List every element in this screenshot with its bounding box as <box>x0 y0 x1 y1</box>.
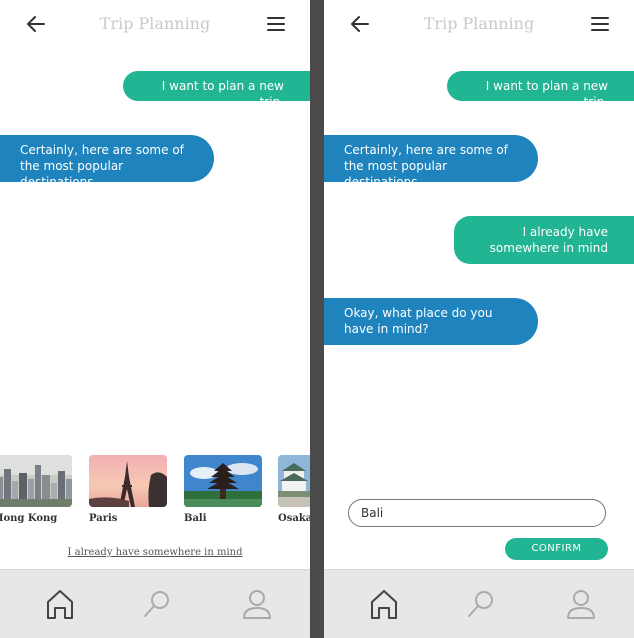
profile-icon[interactable] <box>241 588 273 620</box>
profile-icon[interactable] <box>565 588 597 620</box>
chat-message-bot: Certainly, here are some of the most pop… <box>0 135 214 189</box>
destination-label: Osaka <box>278 513 310 524</box>
search-icon[interactable] <box>141 588 173 620</box>
destination-card-paris[interactable]: Paris <box>89 455 167 524</box>
chat-message-bot: Okay, what place do you have in mind? <box>324 298 538 345</box>
bottom-nav <box>0 569 310 638</box>
destination-image-osaka <box>278 455 310 507</box>
chat-message-user: I want to plan a new trip. <box>447 71 634 109</box>
have-destination-link[interactable]: I already have somewhere in mind <box>0 547 310 558</box>
destination-label: Bali <box>184 513 207 524</box>
header: Trip Planning <box>0 0 310 50</box>
search-icon[interactable] <box>465 588 497 620</box>
home-icon[interactable] <box>368 588 400 620</box>
destination-image-paris <box>89 455 167 507</box>
destination-card-hong-kong[interactable]: Hong Kong <box>0 455 72 524</box>
destination-image-bali <box>184 455 262 507</box>
chat-screen-input: Trip Planning I want to plan a new trip.… <box>324 0 634 638</box>
chat-message-user: I want to plan a new trip. <box>123 71 310 109</box>
confirm-button[interactable]: CONFIRM <box>505 538 608 560</box>
chat-message-bot: Certainly, here are some of the most pop… <box>324 135 538 189</box>
destination-label: Paris <box>89 513 118 524</box>
bottom-nav <box>324 569 634 638</box>
home-icon[interactable] <box>44 588 76 620</box>
page-title: Trip Planning <box>99 14 211 33</box>
hamburger-menu-icon[interactable] <box>590 14 610 34</box>
hamburger-menu-icon[interactable] <box>266 14 286 34</box>
header: Trip Planning <box>324 0 634 50</box>
destination-image-hong-kong <box>0 455 72 507</box>
destination-card-osaka[interactable]: Osaka <box>278 455 310 524</box>
destination-label: Hong Kong <box>0 513 58 524</box>
page-title: Trip Planning <box>423 14 535 33</box>
chat-screen-destinations: Trip Planning I want to plan a new trip.… <box>0 0 310 638</box>
destination-input[interactable] <box>348 499 606 527</box>
destination-card-bali[interactable]: Bali <box>184 455 262 524</box>
chat-message-user: I already have somewhere in mind <box>454 216 634 264</box>
